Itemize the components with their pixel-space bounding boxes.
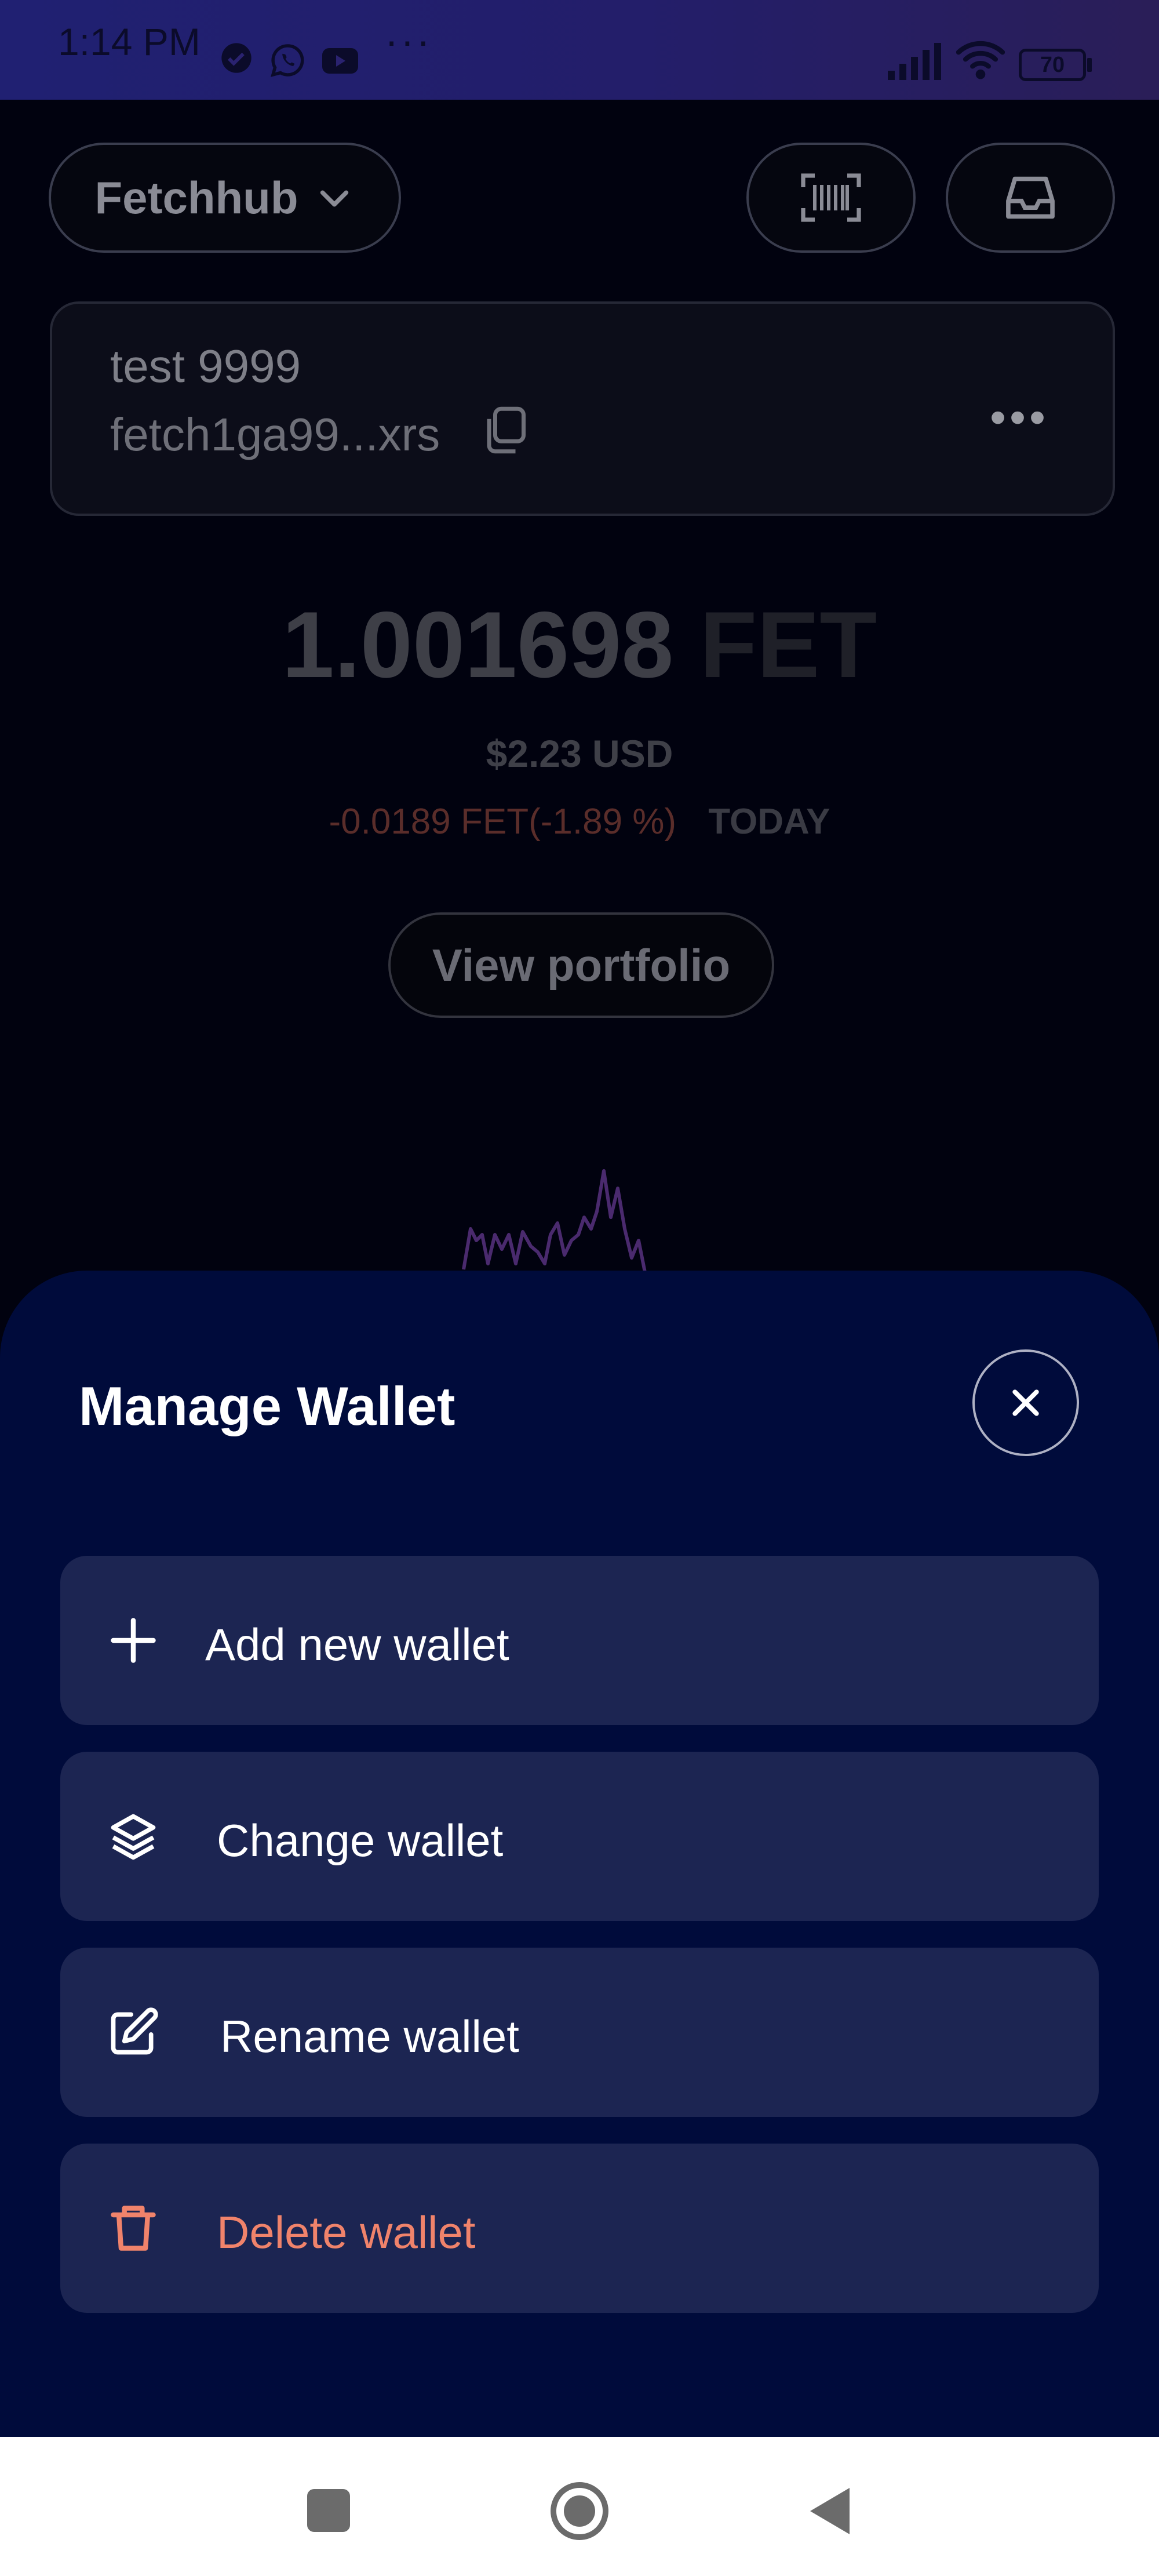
change-period: TODAY	[708, 802, 830, 842]
scan-button[interactable]	[746, 143, 916, 253]
balance-amount: 1.001698 FET	[0, 591, 1159, 699]
network-selector[interactable]: Fetchhub	[49, 143, 401, 253]
balance-unit: FET	[699, 592, 877, 697]
edit-icon	[111, 2007, 158, 2055]
close-button[interactable]	[972, 1349, 1079, 1456]
trash-icon	[111, 2206, 156, 2251]
whatsapp-icon	[271, 44, 304, 77]
battery-tip	[1087, 58, 1092, 72]
change-wallet-label: Change wallet	[217, 1815, 504, 1866]
price-sparkline	[462, 1169, 647, 1275]
youtube-icon	[322, 48, 358, 74]
balance-change: -0.0189 FET(-1.89 %)	[329, 802, 677, 842]
copy-icon[interactable]	[481, 405, 530, 456]
balance-change-row: -0.0189 FET(-1.89 %) TODAY	[0, 801, 1159, 842]
account-address: fetch1ga99...xrs	[110, 409, 440, 460]
manage-wallet-sheet: Manage Wallet Add new wallet Change wall…	[0, 1271, 1159, 2437]
balance-usd: $2.23 USD	[486, 732, 673, 775]
signal-icon	[888, 43, 941, 80]
change-wallet-button[interactable]: Change wallet	[60, 1752, 1099, 1921]
wifi-icon	[956, 41, 1005, 79]
add-new-wallet-label: Add new wallet	[205, 1619, 509, 1670]
plus-icon	[111, 1618, 156, 1663]
back-button[interactable]	[807, 2486, 855, 2537]
chevron-down-icon	[320, 190, 349, 207]
check-circle-icon	[221, 43, 252, 73]
balance-value: 1.001698	[282, 592, 674, 697]
status-bar: 1:14 PM ··· 70	[0, 0, 1159, 100]
view-portfolio-button[interactable]: View portfolio	[388, 912, 774, 1018]
layers-icon	[111, 1814, 156, 1860]
sheet-title: Manage Wallet	[79, 1376, 455, 1436]
status-time: 1:14 PM	[58, 20, 201, 63]
screen: 1:14 PM ··· 70 Fetchhub test 9999 fetch1…	[0, 0, 1159, 2576]
rename-wallet-button[interactable]: Rename wallet	[60, 1948, 1099, 2117]
rename-wallet-label: Rename wallet	[220, 2011, 519, 2062]
inbox-icon	[1006, 176, 1055, 219]
close-icon	[1012, 1389, 1039, 1416]
delete-wallet-label: Delete wallet	[217, 2207, 476, 2258]
network-label: Fetchhub	[94, 172, 298, 223]
account-card[interactable]: test 9999 fetch1ga99...xrs •••	[50, 301, 1115, 516]
delete-wallet-button[interactable]: Delete wallet	[60, 2144, 1099, 2313]
battery-icon: 70	[1019, 49, 1086, 81]
more-options-icon[interactable]: •••	[990, 391, 1049, 444]
account-name: test 9999	[110, 340, 301, 392]
home-button[interactable]	[548, 2480, 611, 2542]
recents-button[interactable]	[307, 2489, 350, 2532]
system-nav-bar	[0, 2437, 1159, 2576]
add-new-wallet-button[interactable]: Add new wallet	[60, 1556, 1099, 1725]
status-overflow: ···	[385, 18, 432, 63]
battery-level: 70	[1040, 52, 1065, 77]
inbox-button[interactable]	[946, 143, 1115, 253]
barcode-scan-icon	[801, 173, 861, 222]
